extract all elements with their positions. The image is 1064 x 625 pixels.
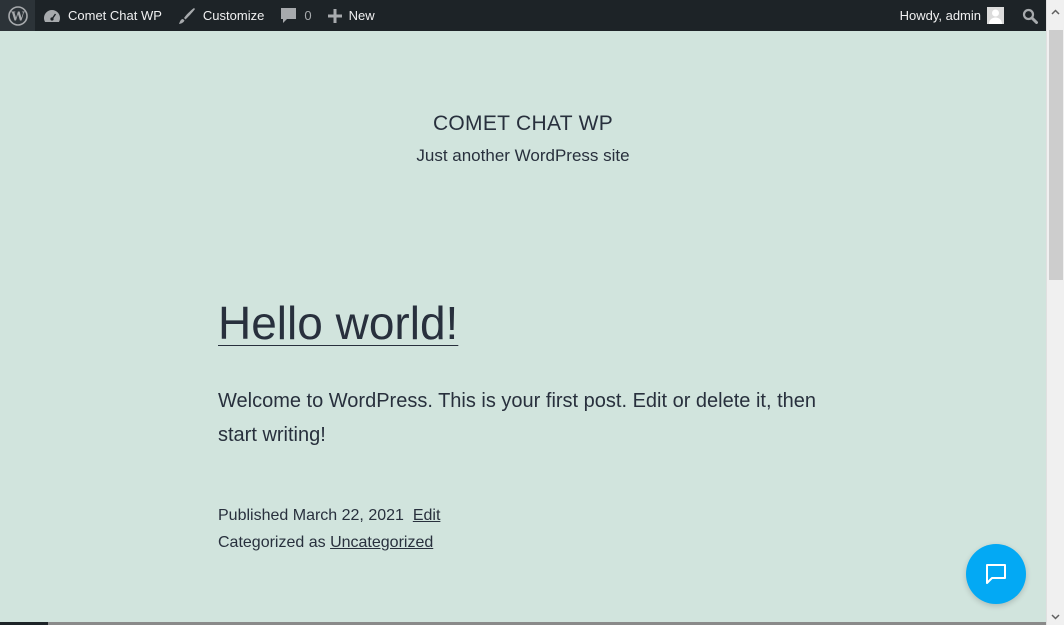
search-button[interactable]: [1012, 0, 1046, 31]
edit-post-link[interactable]: Edit: [413, 507, 441, 524]
chevron-down-icon: [1051, 613, 1060, 620]
svg-text:W: W: [10, 9, 25, 23]
comments-count: 0: [304, 8, 312, 23]
post-content: Welcome to WordPress. This is your first…: [218, 390, 817, 446]
wordpress-logo-icon: W: [7, 5, 28, 26]
scroll-up-arrow[interactable]: [1047, 3, 1064, 20]
post-title: Hello world!: [218, 296, 828, 350]
paintbrush-icon: [178, 7, 195, 24]
user-silhouette-icon: [987, 7, 1004, 24]
avatar: [987, 7, 1004, 24]
admin-bar: W Comet Chat WP Customize 0 New Howdy, a…: [0, 0, 1046, 31]
customize-link[interactable]: Customize: [170, 0, 272, 31]
plus-icon: [327, 8, 342, 23]
site-description: Just another WordPress site: [416, 146, 630, 165]
customize-label: Customize: [202, 8, 265, 23]
post-meta: Published March 22, 2021 Edit Categorize…: [218, 502, 828, 556]
site-name-menu[interactable]: Comet Chat WP: [35, 0, 170, 31]
chat-bubble-icon: [986, 564, 1006, 584]
post-date: March 22, 2021: [292, 507, 404, 524]
chat-launcher-button[interactable]: [966, 544, 1026, 604]
posted-on: Published March 22, 2021 Edit: [218, 502, 828, 529]
my-account-menu[interactable]: Howdy, admin: [892, 0, 1012, 31]
new-content-menu[interactable]: New: [320, 0, 383, 31]
dashboard-icon: [44, 9, 60, 22]
categorized-label: Categorized as: [218, 534, 326, 551]
howdy-greeting: Howdy, admin: [899, 8, 981, 23]
comment-icon: [281, 8, 297, 23]
comments-link[interactable]: 0: [272, 0, 319, 31]
scroll-down-arrow[interactable]: [1047, 608, 1064, 625]
vertical-scrollbar[interactable]: [1046, 0, 1064, 625]
scrollbar-thumb[interactable]: [1049, 30, 1063, 280]
new-label: New: [348, 8, 375, 23]
cat-links: Categorized as Uncategorized: [218, 529, 828, 556]
site-title[interactable]: COMET CHAT WP: [0, 112, 1046, 136]
post-title-link[interactable]: Hello world!: [218, 297, 458, 349]
category-link[interactable]: Uncategorized: [330, 534, 433, 551]
published-label: Published: [218, 507, 289, 524]
chevron-up-icon: [1051, 8, 1060, 15]
wordpress-logo-menu[interactable]: W: [0, 0, 35, 31]
search-icon: [1022, 8, 1038, 24]
site-name-label: Comet Chat WP: [68, 8, 162, 23]
